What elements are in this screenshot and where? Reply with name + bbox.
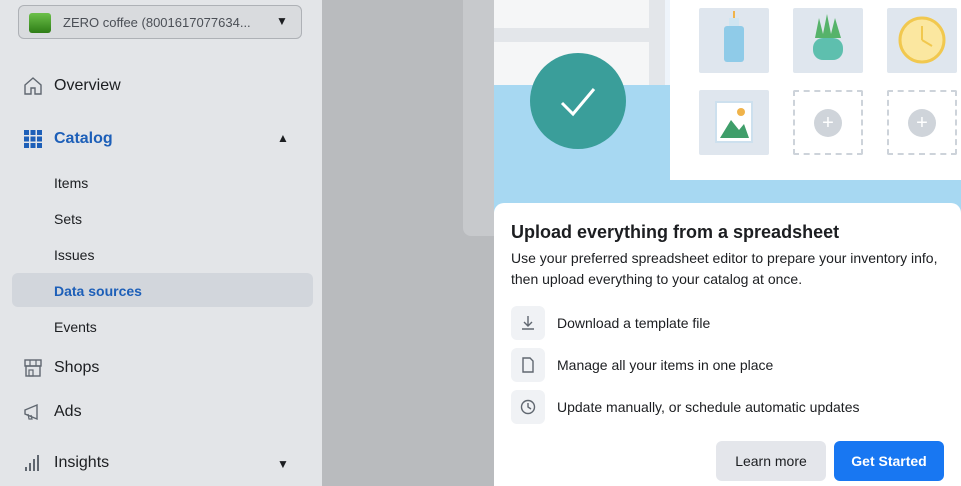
nav-sets[interactable]: Sets [54,211,82,227]
checkmark-icon [530,53,626,149]
dialog-description: Use your preferred spreadsheet editor to… [511,250,938,287]
feature-download-template: Download a template file [511,306,710,340]
bar-chart-icon [22,452,44,474]
nav-shops[interactable]: Shops [22,357,99,379]
product-plant-tile [793,8,863,73]
sidebar: ZERO coffee (8001617077634... ▼ Overview… [0,0,323,486]
account-selector[interactable]: ZERO coffee (8001617077634... ▼ [18,5,302,39]
feature-update-schedule: Update manually, or schedule automatic u… [511,390,859,424]
learn-more-button[interactable]: Learn more [716,441,826,481]
nav-ads[interactable]: Ads [22,401,82,423]
nav-data-sources[interactable]: Data sources [54,283,142,299]
store-icon [22,357,44,379]
download-icon [511,306,545,340]
nav-overview[interactable]: Overview [22,75,121,97]
product-clock-tile [887,8,957,73]
nav-ads-label: Ads [54,403,82,420]
nav-insights-label: Insights [54,454,110,471]
illustration-bar [494,28,649,42]
nav-catalog-label: Catalog [54,130,113,147]
empty-slot-tile: + [793,90,863,155]
illustration-bar [649,0,665,85]
nav-issues[interactable]: Issues [54,247,94,263]
nav-shops-label: Shops [54,359,100,376]
chevron-down-icon[interactable]: ▼ [277,457,289,471]
nav-events[interactable]: Events [54,319,97,335]
feature-label: Download a template file [557,315,711,331]
caret-down-icon: ▼ [276,14,288,28]
plus-icon: + [908,109,936,137]
plus-icon: + [814,109,842,137]
account-name: ZERO coffee (8001617077634... [63,15,251,30]
product-image-tile [699,90,769,155]
upload-spreadsheet-dialog: + + Upload everything from a spreadsheet… [494,0,961,486]
feature-manage-items: Manage all your items in one place [511,348,773,382]
nav-catalog[interactable]: Catalog [22,128,113,150]
nav-items[interactable]: Items [54,175,88,191]
clock-icon [511,390,545,424]
feature-label: Update manually, or schedule automatic u… [557,399,860,415]
chevron-up-icon[interactable]: ▲ [277,131,289,145]
product-bottle-tile [699,8,769,73]
megaphone-icon [22,401,44,423]
get-started-button[interactable]: Get Started [834,441,944,481]
home-icon [22,75,44,97]
nav-overview-label: Overview [54,77,121,94]
hero-illustration: + + [494,0,961,225]
empty-slot-tile: + [887,90,957,155]
account-logo [29,13,51,33]
nav-insights[interactable]: Insights [22,452,109,474]
dialog-title: Upload everything from a spreadsheet [511,222,840,242]
document-icon [511,348,545,382]
feature-label: Manage all your items in one place [557,357,774,373]
grid-icon [22,128,44,150]
